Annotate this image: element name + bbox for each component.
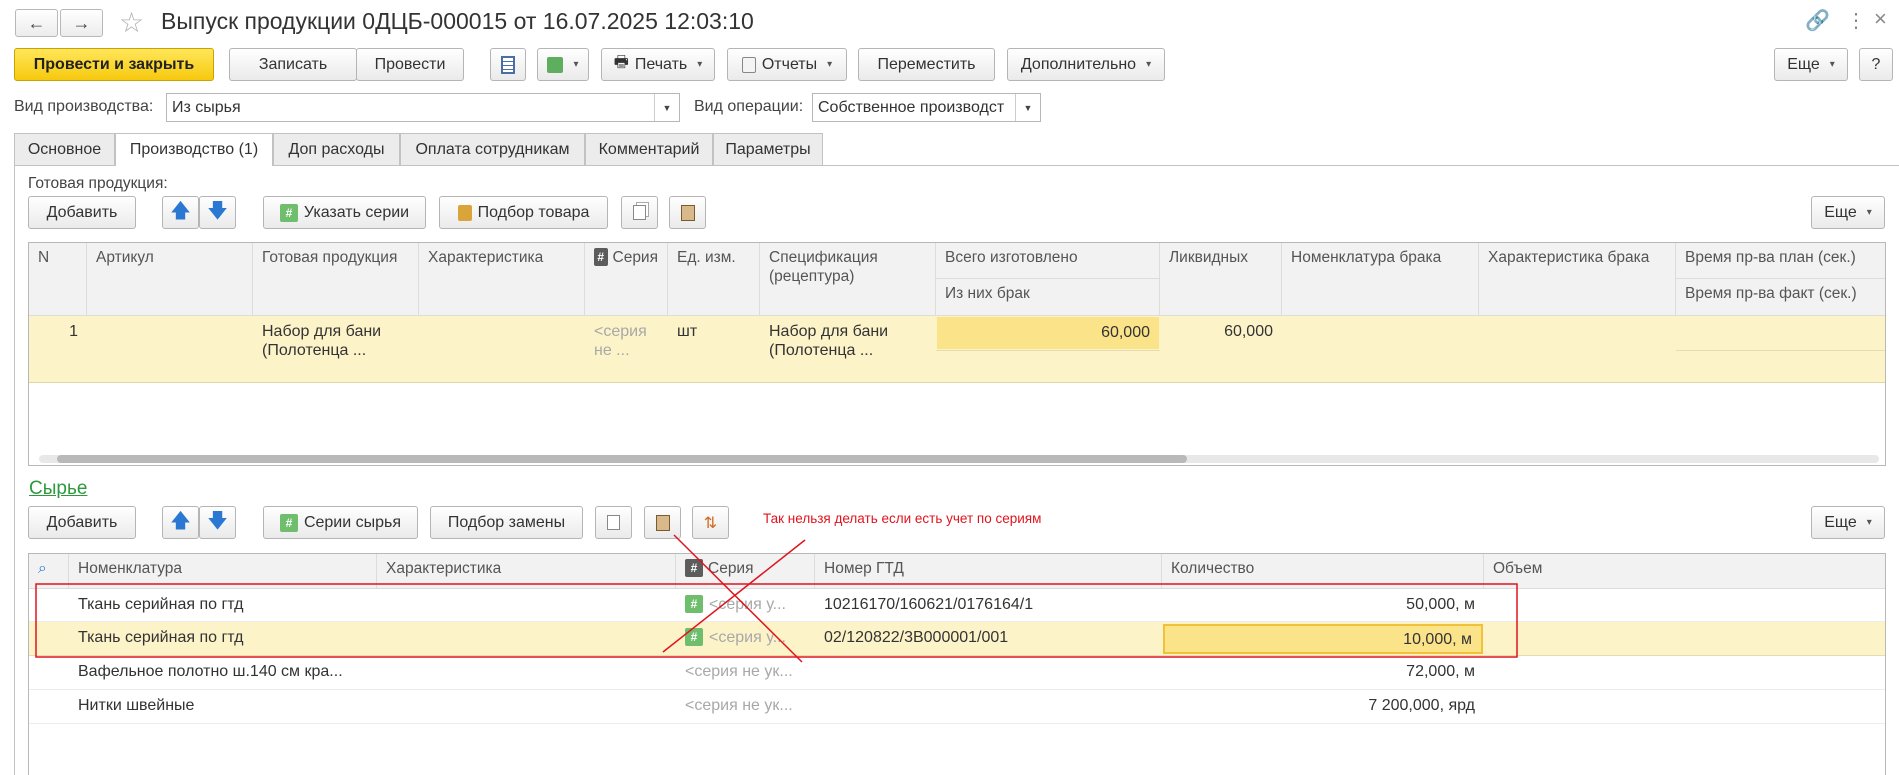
annotation-cross-line — [662, 539, 806, 653]
tab-production[interactable]: Производство (1) — [115, 133, 273, 166]
annotation-overlay — [35, 534, 1518, 663]
annotation-cross-line — [673, 534, 803, 663]
annotation-rectangle — [35, 583, 1518, 658]
